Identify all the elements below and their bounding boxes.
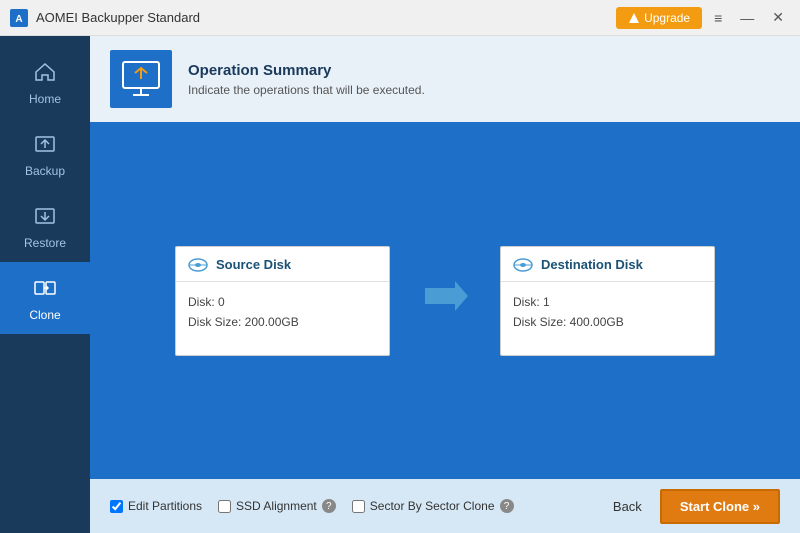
destination-disk-size: Disk Size: 400.00GB xyxy=(513,312,702,332)
destination-disk-body: Disk: 1 Disk Size: 400.00GB xyxy=(501,282,714,343)
source-disk-header: Source Disk xyxy=(176,247,389,282)
sidebar-restore-label: Restore xyxy=(24,236,66,250)
sector-by-sector-option[interactable]: Sector By Sector Clone ? xyxy=(352,499,514,513)
menu-button[interactable]: ≡ xyxy=(708,8,728,28)
sidebar-item-clone[interactable]: Clone xyxy=(0,262,90,334)
svg-text:A: A xyxy=(15,14,22,25)
edit-partitions-label: Edit Partitions xyxy=(128,499,202,513)
sector-by-sector-checkbox[interactable] xyxy=(352,500,365,513)
close-button[interactable]: ✕ xyxy=(766,7,790,28)
app-title: AOMEI Backupper Standard xyxy=(36,10,200,25)
source-disk-title: Source Disk xyxy=(216,257,291,272)
destination-disk-number: Disk: 1 xyxy=(513,292,702,312)
edit-partitions-checkbox[interactable] xyxy=(110,500,123,513)
back-button[interactable]: Back xyxy=(605,495,650,518)
title-bar-left: A AOMEI Backupper Standard xyxy=(10,9,200,27)
edit-partitions-option[interactable]: Edit Partitions xyxy=(110,499,202,513)
footer-actions: Back Start Clone » xyxy=(605,489,780,524)
destination-disk-icon xyxy=(513,257,533,273)
app-body: Home Backup Restore xyxy=(0,36,800,533)
operation-summary-header: Operation Summary Indicate the operation… xyxy=(90,36,800,122)
destination-disk-header: Destination Disk xyxy=(501,247,714,282)
sidebar-item-home[interactable]: Home xyxy=(0,46,90,118)
clone-icon xyxy=(31,274,59,302)
title-bar-right: Upgrade ≡ — ✕ xyxy=(616,7,790,29)
app-icon: A xyxy=(10,9,28,27)
footer: Edit Partitions SSD Alignment ? Sector B… xyxy=(90,479,800,533)
home-icon xyxy=(31,58,59,86)
main-content: Operation Summary Indicate the operation… xyxy=(90,36,800,533)
sidebar-item-restore[interactable]: Restore xyxy=(0,190,90,262)
destination-disk-title: Destination Disk xyxy=(541,257,643,272)
clone-area: Source Disk Disk: 0 Disk Size: 200.00GB xyxy=(90,122,800,479)
upgrade-icon xyxy=(628,12,640,24)
sector-by-sector-help-icon[interactable]: ? xyxy=(500,499,514,513)
restore-icon xyxy=(31,202,59,230)
start-clone-label: Start Clone » xyxy=(680,499,760,514)
source-disk-card: Source Disk Disk: 0 Disk Size: 200.00GB xyxy=(175,246,390,356)
op-summary-text: Operation Summary Indicate the operation… xyxy=(188,62,425,97)
ssd-alignment-help-icon[interactable]: ? xyxy=(322,499,336,513)
minimize-button[interactable]: — xyxy=(734,8,760,28)
footer-options: Edit Partitions SSD Alignment ? Sector B… xyxy=(110,499,514,513)
ssd-alignment-option[interactable]: SSD Alignment ? xyxy=(218,499,336,513)
clone-arrow xyxy=(420,276,470,325)
sidebar-home-label: Home xyxy=(29,92,61,106)
backup-icon xyxy=(31,130,59,158)
op-icon-box xyxy=(110,50,172,108)
upgrade-button[interactable]: Upgrade xyxy=(616,7,702,29)
sector-by-sector-label: Sector By Sector Clone xyxy=(370,499,495,513)
sidebar-clone-label: Clone xyxy=(29,308,60,322)
source-disk-body: Disk: 0 Disk Size: 200.00GB xyxy=(176,282,389,343)
start-clone-button[interactable]: Start Clone » xyxy=(660,489,780,524)
source-disk-number: Disk: 0 xyxy=(188,292,377,312)
sidebar: Home Backup Restore xyxy=(0,36,90,533)
title-bar: A AOMEI Backupper Standard Upgrade ≡ — ✕ xyxy=(0,0,800,36)
sidebar-item-backup[interactable]: Backup xyxy=(0,118,90,190)
destination-disk-card: Destination Disk Disk: 1 Disk Size: 400.… xyxy=(500,246,715,356)
ssd-alignment-checkbox[interactable] xyxy=(218,500,231,513)
op-summary-title: Operation Summary xyxy=(188,62,425,79)
arrow-icon xyxy=(420,276,470,316)
sidebar-backup-label: Backup xyxy=(25,164,65,178)
operation-icon xyxy=(119,59,163,99)
source-disk-size: Disk Size: 200.00GB xyxy=(188,312,377,332)
source-disk-icon xyxy=(188,257,208,273)
ssd-alignment-label: SSD Alignment xyxy=(236,499,317,513)
op-summary-desc: Indicate the operations that will be exe… xyxy=(188,83,425,97)
